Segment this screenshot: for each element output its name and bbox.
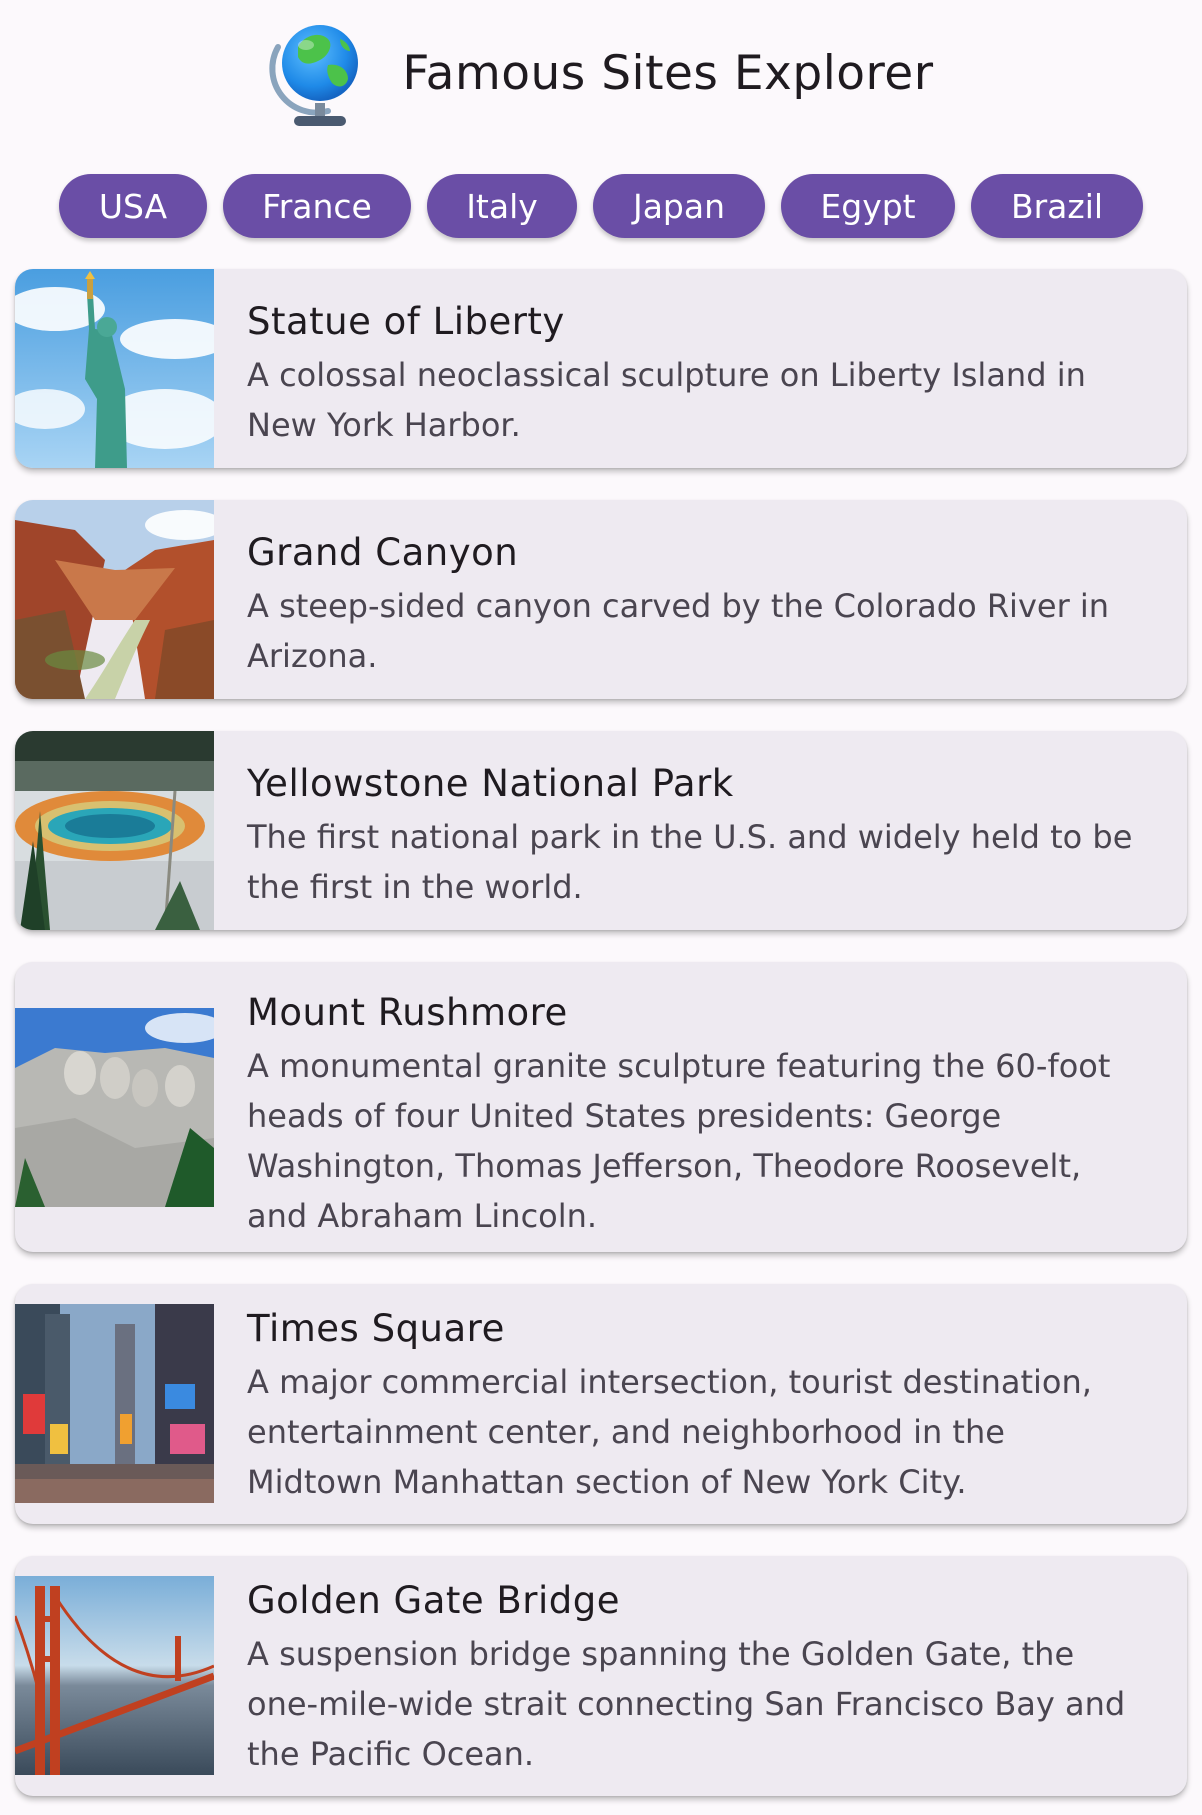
globe-icon [269,25,359,126]
country-chip-japan[interactable]: Japan [593,174,765,238]
site-description: A major commercial intersection, tourist… [247,1363,1092,1501]
times-square-photo [15,1304,214,1503]
app-root: Famous Sites Explorer USA France Italy J… [0,0,1202,1815]
country-chip-france[interactable]: France [223,174,411,238]
country-chip-usa[interactable]: USA [59,174,207,238]
site-card[interactable]: Statue of Liberty A colossal neoclassica… [15,269,1187,468]
country-chip-italy[interactable]: Italy [427,174,577,238]
site-card[interactable]: Golden Gate Bridge A suspension bridge s… [15,1556,1187,1796]
site-list: Statue of Liberty A colossal neoclassica… [15,269,1187,1815]
country-filter-bar: USA France Italy Japan Egypt Brazil [0,174,1202,238]
country-chip-brazil[interactable]: Brazil [971,174,1143,238]
site-card[interactable]: Grand Canyon A steep-sided canyon carved… [15,500,1187,699]
site-card[interactable]: Mount Rushmore A monumental granite scul… [15,962,1187,1252]
golden-gate-bridge-photo [15,1576,214,1775]
site-title: Mount Rushmore [247,991,568,1034]
site-description: A monumental granite sculpture featuring… [247,1047,1111,1235]
site-title: Yellowstone National Park [247,762,734,805]
statue-of-liberty-photo [15,269,214,468]
country-chip-egypt[interactable]: Egypt [781,174,955,238]
page-title: Famous Sites Explorer [402,45,934,101]
app-header: Famous Sites Explorer [0,14,1202,132]
site-title: Times Square [247,1307,505,1350]
yellowstone-photo [15,731,214,930]
site-title: Statue of Liberty [247,300,565,343]
site-description: A steep-sided canyon carved by the Color… [247,587,1110,675]
site-card[interactable]: Times Square A major commercial intersec… [15,1284,1187,1524]
mount-rushmore-photo [15,1008,214,1207]
site-title: Golden Gate Bridge [247,1579,621,1622]
site-description: A colossal neoclassical sculpture on Lib… [247,356,1086,444]
site-title: Grand Canyon [247,531,519,574]
grand-canyon-photo [15,500,214,699]
site-description: A suspension bridge spanning the Golden … [247,1635,1126,1773]
site-description: The first national park in the U.S. and … [247,818,1133,906]
site-card[interactable]: Yellowstone National Park The first nati… [15,731,1187,930]
